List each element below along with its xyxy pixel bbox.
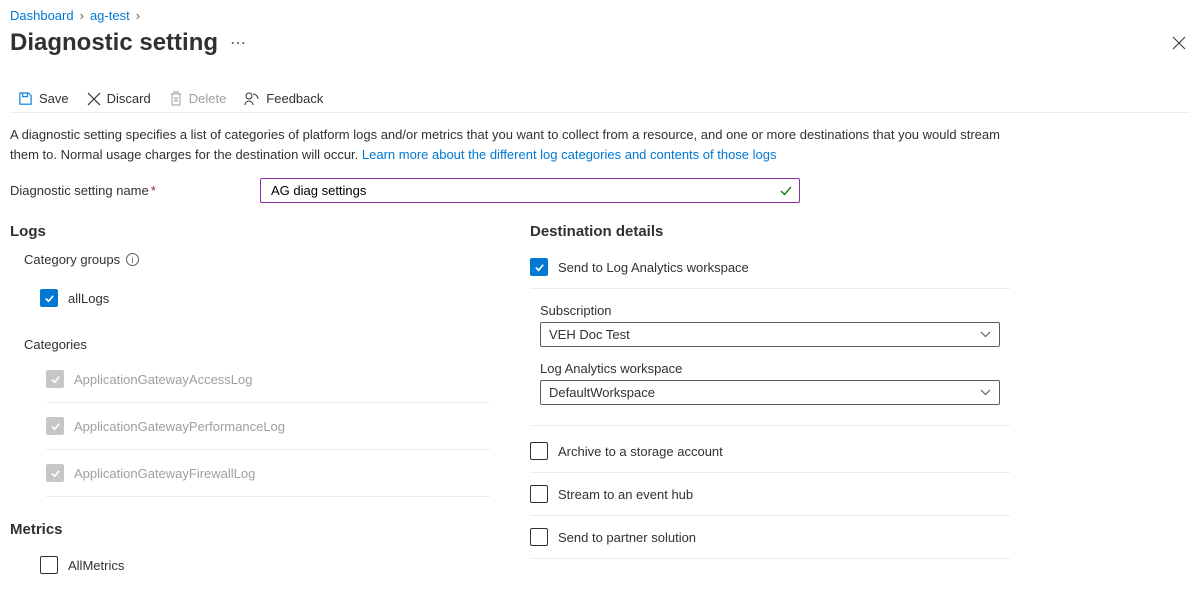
workspace-select[interactable]: DefaultWorkspace: [540, 380, 1000, 405]
logs-header: Logs: [10, 223, 490, 240]
send-la-checkbox[interactable]: [530, 258, 548, 276]
discard-label: Discard: [107, 91, 151, 106]
allmetrics-label: AllMetrics: [68, 558, 124, 573]
description: A diagnostic setting specifies a list of…: [10, 125, 1000, 164]
stream-eventhub-checkbox[interactable]: [530, 485, 548, 503]
metrics-header: Metrics: [10, 521, 490, 538]
archive-storage-label: Archive to a storage account: [558, 444, 723, 459]
delete-icon: [169, 91, 183, 106]
toolbar: Save Discard Delete Feedback: [10, 85, 1190, 113]
discard-icon: [87, 92, 101, 106]
stream-eventhub-label: Stream to an event hub: [558, 487, 693, 502]
feedback-icon: [244, 91, 260, 106]
chevron-down-icon: [980, 389, 991, 396]
alllogs-label: allLogs: [68, 291, 109, 306]
subscription-select[interactable]: VEH Doc Test: [540, 322, 1000, 347]
send-partner-checkbox[interactable]: [530, 528, 548, 546]
archive-storage-checkbox[interactable]: [530, 442, 548, 460]
chevron-down-icon: [980, 331, 991, 338]
chevron-right-icon: ›: [136, 8, 140, 23]
delete-label: Delete: [189, 91, 227, 106]
alllogs-checkbox[interactable]: [40, 289, 58, 307]
category-checkbox: [46, 464, 64, 482]
close-icon: [1172, 36, 1186, 50]
workspace-value: DefaultWorkspace: [549, 385, 655, 400]
breadcrumb-dashboard[interactable]: Dashboard: [10, 8, 74, 23]
more-icon[interactable]: ⋯: [230, 33, 247, 53]
info-icon[interactable]: i: [126, 253, 139, 266]
valid-check-icon: [780, 185, 792, 197]
save-icon: [18, 91, 33, 106]
category-label: ApplicationGatewayAccessLog: [74, 372, 253, 387]
destination-header: Destination details: [530, 223, 1010, 240]
setting-name-input[interactable]: [260, 178, 800, 203]
setting-name-label: Diagnostic setting name*: [10, 183, 258, 198]
feedback-button[interactable]: Feedback: [244, 91, 323, 106]
save-label: Save: [39, 91, 69, 106]
save-button[interactable]: Save: [18, 91, 69, 106]
chevron-right-icon: ›: [80, 8, 84, 23]
category-groups-header: Category groups i: [24, 252, 490, 267]
feedback-label: Feedback: [266, 91, 323, 106]
breadcrumb-item[interactable]: ag-test: [90, 8, 130, 23]
discard-button[interactable]: Discard: [87, 91, 151, 106]
delete-button: Delete: [169, 91, 227, 106]
close-button[interactable]: [1168, 32, 1190, 54]
send-partner-label: Send to partner solution: [558, 530, 696, 545]
subscription-value: VEH Doc Test: [549, 327, 630, 342]
category-label: ApplicationGatewayFirewallLog: [74, 466, 255, 481]
subscription-label: Subscription: [540, 303, 1010, 318]
category-checkbox: [46, 370, 64, 388]
category-label: ApplicationGatewayPerformanceLog: [74, 419, 285, 434]
allmetrics-checkbox[interactable]: [40, 556, 58, 574]
breadcrumb: Dashboard › ag-test ›: [10, 8, 1190, 23]
learn-more-link[interactable]: Learn more about the different log categ…: [362, 147, 777, 162]
category-checkbox: [46, 417, 64, 435]
page-title: Diagnostic setting: [10, 29, 218, 57]
send-la-label: Send to Log Analytics workspace: [558, 260, 749, 275]
workspace-label: Log Analytics workspace: [540, 361, 1010, 376]
categories-header: Categories: [24, 337, 490, 352]
